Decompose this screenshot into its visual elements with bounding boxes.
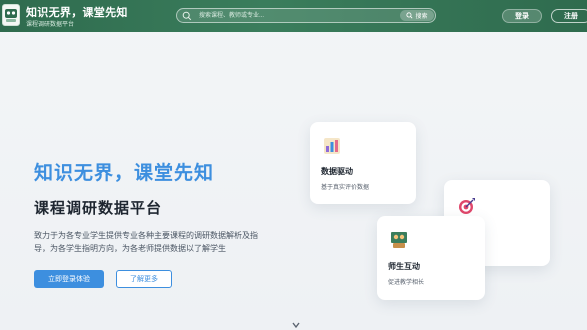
register-button[interactable]: 注册	[551, 9, 587, 23]
feature-card-data[interactable]: 数据驱动 基于真实评价数据	[310, 122, 416, 204]
search-input[interactable]	[199, 10, 399, 21]
hero-title: 知识无界，课堂先知	[34, 163, 215, 184]
feature-card-interaction[interactable]: 师生互动 促进教学相长	[377, 216, 485, 300]
search-button-label: 搜索	[415, 14, 428, 20]
card-description: 基于真实评价数据	[321, 185, 370, 191]
bar-chart-icon	[324, 138, 340, 154]
chevron-down-icon[interactable]	[292, 321, 300, 329]
logo-icon[interactable]	[2, 4, 20, 26]
teacher-student-icon	[391, 232, 407, 248]
search-button[interactable]: 搜索	[400, 10, 434, 21]
search-bar: 搜索	[176, 8, 436, 23]
hero-description: 致力于为各专业学生提供专业各种主要课程的调研数据解析及指导，为各学生指明方向，为…	[34, 231, 258, 253]
brand-subtitle: 课程调研数据平台	[26, 22, 75, 28]
target-icon	[459, 198, 475, 214]
top-navbar: 知识无界，课堂先知 课程调研数据平台 搜索 登录 注册	[0, 0, 587, 32]
learn-more-button[interactable]: 了解更多	[116, 270, 172, 288]
hero-subtitle: 课程调研数据平台	[34, 200, 163, 217]
login-experience-button[interactable]: 立即登录体验	[34, 270, 104, 288]
login-button[interactable]: 登录	[502, 9, 542, 23]
search-icon	[182, 11, 192, 21]
card-title: 数据驱动	[321, 167, 353, 176]
card-description: 促进教学相长	[388, 280, 425, 286]
search-button-icon	[406, 12, 413, 19]
card-title: 师生互动	[388, 262, 420, 271]
brand-title: 知识无界，课堂先知	[26, 7, 128, 19]
